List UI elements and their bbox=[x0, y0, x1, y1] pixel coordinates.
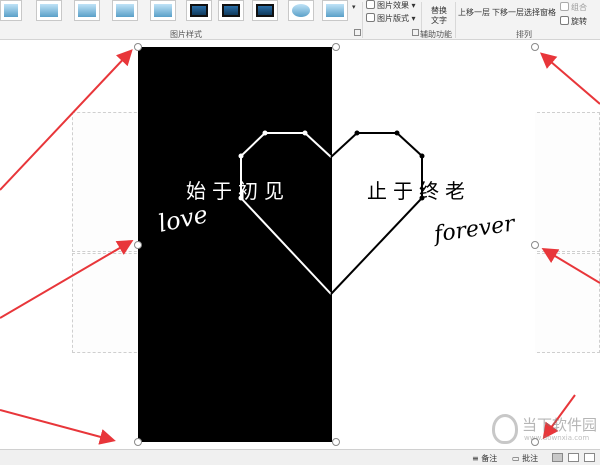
picture-effects-label: 图片效果 bbox=[377, 1, 409, 10]
alt-text-button[interactable]: 替换 文字 bbox=[428, 6, 450, 26]
picture-text-right: 止于终老 bbox=[367, 179, 471, 203]
notes-label: 备注 bbox=[481, 454, 498, 463]
ribbon-separator bbox=[455, 2, 456, 38]
selection-pane-button[interactable]: 选择窗格 bbox=[524, 8, 556, 18]
status-bar: ≡ 备注 ▭ 批注 bbox=[0, 449, 600, 465]
accessibility-launcher[interactable] bbox=[412, 29, 419, 36]
background-slide-placeholder bbox=[72, 112, 142, 252]
resize-handle-top-left[interactable] bbox=[134, 43, 142, 51]
picture-style-8[interactable] bbox=[252, 0, 278, 21]
picture-layout-button[interactable]: 图片版式 ▾ bbox=[366, 13, 416, 24]
arrange-group-label: 排列 bbox=[516, 30, 532, 39]
resize-handle-top-right[interactable] bbox=[531, 43, 539, 51]
picture-style-9[interactable] bbox=[288, 0, 314, 21]
layout-icon bbox=[366, 13, 375, 22]
background-slide-placeholder bbox=[532, 112, 600, 252]
rotate-label: 旋转 bbox=[571, 17, 587, 26]
resize-handle-left[interactable] bbox=[134, 241, 142, 249]
watermark-url: www.downxia.com bbox=[524, 434, 590, 442]
alt-text-line2: 文字 bbox=[431, 16, 447, 25]
bring-forward-button[interactable]: 上移一层 bbox=[458, 8, 490, 18]
heart-vertex bbox=[302, 130, 308, 136]
ribbon-separator bbox=[362, 2, 363, 38]
comments-label: 批注 bbox=[522, 454, 539, 463]
picture-style-3[interactable] bbox=[74, 0, 100, 21]
picture-styles-group-label: 图片样式 bbox=[170, 30, 202, 39]
picture-style-10[interactable] bbox=[322, 0, 348, 21]
heart-outline bbox=[238, 130, 425, 295]
heart-vertex bbox=[238, 153, 244, 159]
resize-handle-bottom[interactable] bbox=[332, 438, 340, 446]
group-button[interactable]: 组合 bbox=[560, 2, 587, 13]
reading-view-button[interactable] bbox=[584, 453, 595, 462]
powerpoint-window: ▾ 图片样式 图片效果 ▾ 图片版式 ▾ 替换 文字 辅助功能 上移一层 下移一… bbox=[0, 0, 600, 465]
group-label: 组合 bbox=[571, 3, 587, 12]
rotate-icon bbox=[560, 16, 569, 25]
background-slide-placeholder bbox=[72, 253, 142, 353]
picture-styles-launcher[interactable] bbox=[354, 29, 361, 36]
resize-handle-bottom-left[interactable] bbox=[134, 438, 142, 446]
heart-vertex bbox=[419, 153, 425, 159]
ribbon: ▾ 图片样式 图片效果 ▾ 图片版式 ▾ 替换 文字 辅助功能 上移一层 下移一… bbox=[0, 0, 600, 40]
picture-style-5[interactable] bbox=[150, 0, 176, 21]
slide-sorter-view-button[interactable] bbox=[568, 453, 579, 462]
picture-style-1[interactable] bbox=[0, 0, 22, 21]
picture-style-6[interactable] bbox=[186, 0, 212, 21]
watermark-logo-icon bbox=[492, 414, 518, 444]
picture-effects-button[interactable]: 图片效果 ▾ bbox=[366, 0, 416, 11]
comments-button[interactable]: ▭ 批注 bbox=[512, 453, 538, 464]
gallery-scroll-button[interactable]: ▾ bbox=[352, 2, 356, 12]
heart-vertex bbox=[394, 130, 400, 136]
site-watermark: 当下软件园 www.downxia.com bbox=[488, 412, 598, 448]
group-icon bbox=[560, 2, 569, 11]
selected-picture[interactable]: 始于初见 止于终老 love forever bbox=[138, 47, 535, 442]
resize-handle-right[interactable] bbox=[531, 241, 539, 249]
heart-vertex bbox=[354, 130, 360, 136]
watermark-name: 当下软件园 bbox=[522, 416, 598, 434]
picture-style-7[interactable] bbox=[218, 0, 244, 21]
accessibility-group-label: 辅助功能 bbox=[420, 30, 452, 39]
alt-text-line1: 替换 bbox=[431, 6, 447, 15]
resize-handle-top[interactable] bbox=[332, 43, 340, 51]
effects-icon bbox=[366, 0, 375, 9]
background-slide-placeholder bbox=[532, 253, 600, 353]
notes-button[interactable]: ≡ 备注 bbox=[472, 453, 497, 464]
heart-left-stroke bbox=[240, 132, 332, 295]
rotate-button[interactable]: 旋转 bbox=[560, 16, 587, 27]
send-backward-button[interactable]: 下移一层 bbox=[492, 8, 524, 18]
picture-style-4[interactable] bbox=[112, 0, 138, 21]
picture-style-2[interactable] bbox=[36, 0, 62, 21]
normal-view-button[interactable] bbox=[552, 453, 563, 462]
heart-right-stroke bbox=[330, 132, 423, 295]
picture-layout-label: 图片版式 bbox=[377, 14, 409, 23]
heart-vertex bbox=[262, 130, 268, 136]
